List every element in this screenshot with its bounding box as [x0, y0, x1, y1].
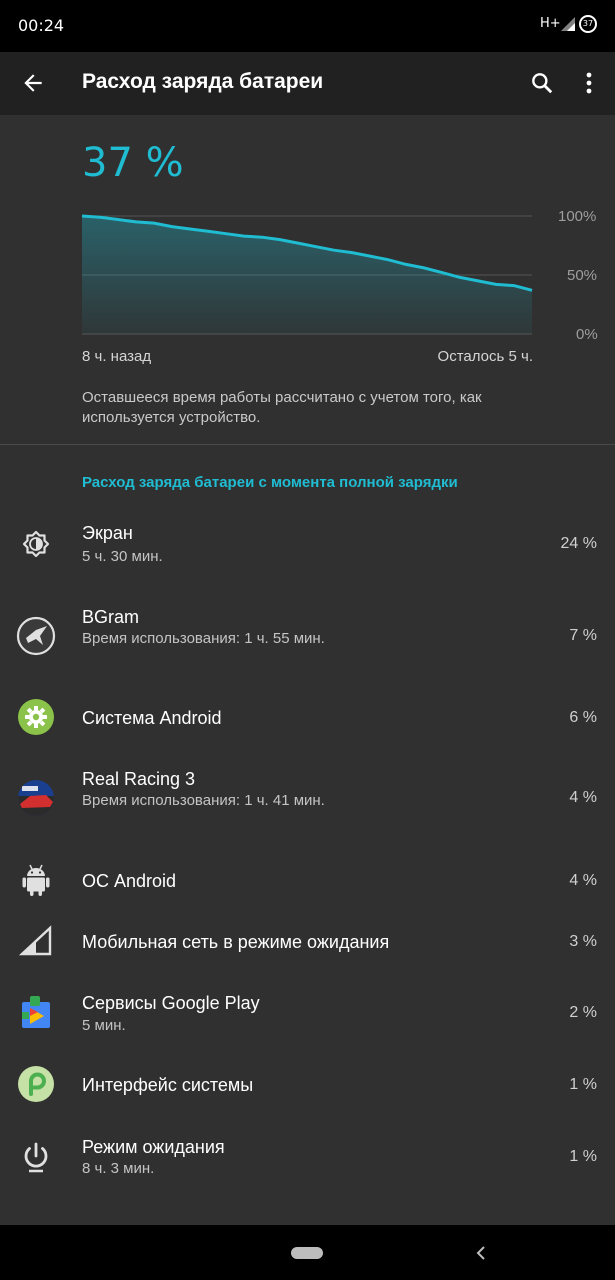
usage-item-android-system[interactable]: Система Android 6 % — [0, 694, 615, 742]
search-icon[interactable] — [529, 70, 555, 96]
more-options-icon[interactable] — [578, 70, 600, 96]
power-icon — [24, 1142, 48, 1173]
y-label-0: 0% — [576, 326, 598, 343]
signal-icon — [561, 17, 575, 31]
back-arrow-icon[interactable] — [20, 70, 46, 96]
item-sub: Время использования: 1 ч. 41 мин. — [82, 792, 325, 809]
item-sub: Время использования: 1 ч. 55 мин. — [82, 630, 325, 647]
usage-item-bgram[interactable]: BGram Время использования: 1 ч. 55 мин. … — [0, 598, 615, 674]
y-label-100: 100% — [558, 208, 597, 225]
item-percent: 6 % — [569, 709, 597, 726]
status-time: 00:24 — [18, 16, 65, 35]
real-racing-app-icon — [18, 780, 54, 816]
app-bar: Расход заряда батареи — [0, 52, 615, 115]
item-name: ОС Android — [82, 871, 177, 891]
cell-signal-icon — [18, 925, 52, 956]
y-label-50: 50% — [567, 267, 598, 284]
bgram-app-icon — [16, 616, 56, 656]
item-sub: 5 ч. 30 мин. — [82, 548, 163, 565]
brightness-icon — [22, 530, 50, 558]
item-sub: 8 ч. 3 мин. — [82, 1160, 155, 1177]
battery-level: 37 % — [82, 140, 184, 186]
android-robot-icon — [22, 864, 50, 896]
graph-end-label: Осталось 5 ч. — [437, 348, 533, 365]
item-name: Экран — [82, 523, 133, 543]
navigation-bar — [0, 1225, 615, 1280]
item-percent: 2 % — [569, 1004, 597, 1021]
divider — [0, 444, 615, 445]
item-percent: 1 % — [569, 1148, 597, 1165]
item-name: Интерфейс системы — [82, 1075, 254, 1095]
battery-status-icon: 37 — [579, 15, 597, 33]
status-bar: 00:24 H+ 37 — [0, 0, 615, 52]
usage-item-mobile-network[interactable]: Мобильная сеть в режиме ожидания 3 % — [0, 918, 615, 966]
item-name: Мобильная сеть в режиме ожидания — [82, 932, 390, 952]
usage-item-real-racing[interactable]: Real Racing 3 Время использования: 1 ч. … — [0, 760, 615, 836]
item-name: Режим ожидания — [82, 1137, 225, 1157]
item-name: Сервисы Google Play — [82, 993, 260, 1013]
item-percent: 1 % — [569, 1076, 597, 1093]
item-name: BGram — [82, 607, 140, 627]
item-percent: 4 % — [569, 789, 597, 806]
estimate-note: Оставшееся время работы рассчитано с уче… — [82, 389, 482, 426]
android-pie-icon — [18, 1066, 54, 1102]
item-percent: 7 % — [569, 627, 597, 644]
usage-section-title: Расход заряда батареи с момента полной з… — [82, 474, 458, 491]
item-percent: 3 % — [569, 933, 597, 950]
item-percent: 24 % — [560, 535, 597, 552]
home-pill-button[interactable] — [291, 1247, 323, 1259]
network-type: H+ — [540, 16, 561, 31]
usage-item-system-ui[interactable]: Интерфейс системы 1 % — [0, 1060, 615, 1108]
usage-item-android-os[interactable]: ОС Android 4 % — [0, 856, 615, 904]
usage-item-screen[interactable]: Экран 5 ч. 30 мин. 24 % — [0, 514, 615, 578]
android-system-gear-icon — [18, 699, 54, 735]
nav-back-icon[interactable] — [473, 1243, 489, 1263]
usage-item-standby[interactable]: Режим ожидания 8 ч. 3 мин. 1 % — [0, 1128, 615, 1188]
usage-item-google-play-services[interactable]: Сервисы Google Play 5 мин. 2 % — [0, 984, 615, 1044]
item-name: Система Android — [82, 708, 222, 728]
item-sub: 5 мин. — [82, 1017, 126, 1034]
item-name: Real Racing 3 — [82, 769, 196, 789]
item-percent: 4 % — [569, 872, 597, 889]
page-title: Расход заряда батареи — [82, 70, 324, 93]
battery-usage-graph — [81, 214, 533, 335]
graph-start-label: 8 ч. назад — [82, 348, 152, 365]
google-play-services-icon — [22, 996, 50, 1028]
